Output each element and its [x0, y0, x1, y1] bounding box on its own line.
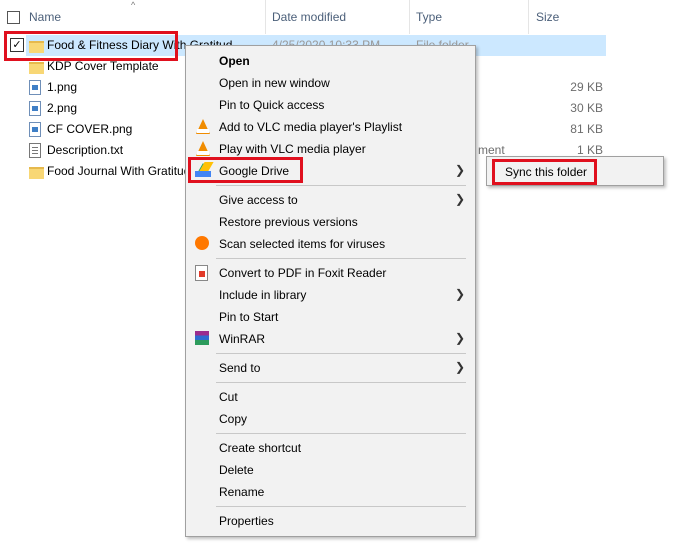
- column-date-header[interactable]: Date modified: [272, 0, 346, 34]
- menu-item-convert-pdf[interactable]: Convert to PDF in Foxit Reader: [186, 262, 475, 284]
- menu-separator: [216, 185, 466, 186]
- chevron-right-icon: ❯: [454, 192, 465, 206]
- menu-item-delete[interactable]: Delete: [186, 459, 475, 481]
- menu-label: Create shortcut: [219, 441, 302, 455]
- file-name: 1.png: [47, 80, 78, 94]
- menu-label: Rename: [219, 485, 265, 499]
- menu-label: Include in library: [219, 288, 307, 302]
- menu-label: Scan selected items for viruses: [219, 237, 386, 251]
- file-name: Food Journal With Gratitude: [47, 164, 198, 178]
- menu-label: Properties: [219, 514, 274, 528]
- file-type: ment: [478, 143, 505, 157]
- image-file-icon: [29, 101, 41, 116]
- menu-label: Pin to Quick access: [219, 98, 325, 112]
- chevron-right-icon: ❯: [454, 287, 465, 301]
- menu-item-open-new-window[interactable]: Open in new window: [186, 72, 475, 94]
- menu-label: Open in new window: [219, 76, 330, 90]
- file-size: 1 KB: [576, 143, 603, 157]
- file-name: KDP Cover Template: [47, 59, 159, 73]
- menu-item-pin-start[interactable]: Pin to Start: [186, 306, 475, 328]
- menu-separator: [216, 258, 466, 259]
- column-type-header[interactable]: Type: [416, 0, 442, 34]
- menu-item-rename[interactable]: Rename: [186, 481, 475, 503]
- menu-item-cut[interactable]: Cut: [186, 386, 475, 408]
- column-divider[interactable]: [409, 0, 410, 34]
- menu-separator: [216, 382, 466, 383]
- chevron-right-icon: ❯: [454, 331, 465, 345]
- menu-label: Delete: [219, 463, 254, 477]
- file-size: 30 KB: [570, 101, 603, 115]
- menu-item-pin-quick-access[interactable]: Pin to Quick access: [186, 94, 475, 116]
- chevron-right-icon: ❯: [454, 163, 465, 177]
- file-size: 29 KB: [570, 80, 603, 94]
- menu-label: Give access to: [219, 193, 298, 207]
- menu-label: WinRAR: [219, 332, 266, 346]
- image-file-icon: [29, 122, 41, 137]
- google-drive-submenu: Sync this folder: [486, 156, 664, 186]
- menu-item-copy[interactable]: Copy: [186, 408, 475, 430]
- menu-label: Sync this folder: [505, 165, 588, 179]
- menu-item-vlc-playlist[interactable]: Add to VLC media player's Playlist: [186, 116, 475, 138]
- folder-icon: [29, 41, 44, 53]
- menu-separator: [216, 353, 466, 354]
- vlc-icon: [196, 119, 210, 134]
- menu-item-google-drive[interactable]: Google Drive ❯: [186, 160, 475, 182]
- file-name: Description.txt: [47, 143, 124, 157]
- menu-separator: [216, 433, 466, 434]
- column-divider[interactable]: [528, 0, 529, 34]
- menu-item-include-library[interactable]: Include in library ❯: [186, 284, 475, 306]
- menu-item-create-shortcut[interactable]: Create shortcut: [186, 437, 475, 459]
- menu-label: Pin to Start: [219, 310, 279, 324]
- menu-label: Restore previous versions: [219, 215, 358, 229]
- file-size: 81 KB: [570, 122, 603, 136]
- menu-label: Google Drive: [219, 164, 290, 178]
- folder-icon: [29, 167, 44, 179]
- sort-ascending-icon: ^: [131, 0, 136, 10]
- column-name-header[interactable]: Name: [29, 0, 61, 34]
- menu-item-send-to[interactable]: Send to ❯: [186, 357, 475, 379]
- menu-label: Play with VLC media player: [219, 142, 366, 156]
- menu-item-restore-versions[interactable]: Restore previous versions: [186, 211, 475, 233]
- google-drive-icon: [195, 163, 211, 177]
- menu-item-sync-folder[interactable]: Sync this folder: [487, 161, 663, 183]
- menu-label: Add to VLC media player's Playlist: [219, 120, 403, 134]
- avast-icon: [195, 236, 209, 250]
- column-header: Name ^ Date modified Type Size: [0, 0, 610, 34]
- menu-item-give-access[interactable]: Give access to ❯: [186, 189, 475, 211]
- vlc-icon: [196, 141, 210, 156]
- context-menu: Open Open in new window Pin to Quick acc…: [185, 45, 476, 537]
- column-size-header[interactable]: Size: [536, 0, 559, 34]
- menu-item-scan-viruses[interactable]: Scan selected items for viruses: [186, 233, 475, 255]
- menu-label: Open: [219, 54, 250, 68]
- menu-item-vlc-play[interactable]: Play with VLC media player: [186, 138, 475, 160]
- menu-label: Cut: [219, 390, 238, 404]
- menu-item-open[interactable]: Open: [186, 50, 475, 72]
- file-name: CF COVER.png: [47, 122, 133, 136]
- foxit-pdf-icon: [195, 265, 208, 281]
- select-all-checkbox[interactable]: [7, 11, 20, 24]
- column-divider[interactable]: [265, 0, 266, 34]
- text-file-icon: [29, 143, 41, 158]
- menu-label: Send to: [219, 361, 261, 375]
- row-checkbox[interactable]: ✓: [10, 38, 24, 52]
- menu-label: Copy: [219, 412, 248, 426]
- winrar-icon: [195, 331, 209, 345]
- folder-icon: [29, 62, 44, 74]
- menu-item-properties[interactable]: Properties: [186, 510, 475, 532]
- menu-item-winrar[interactable]: WinRAR ❯: [186, 328, 475, 350]
- menu-separator: [216, 506, 466, 507]
- chevron-right-icon: ❯: [454, 360, 465, 374]
- menu-label: Convert to PDF in Foxit Reader: [219, 266, 387, 280]
- file-name: 2.png: [47, 101, 78, 115]
- image-file-icon: [29, 80, 41, 95]
